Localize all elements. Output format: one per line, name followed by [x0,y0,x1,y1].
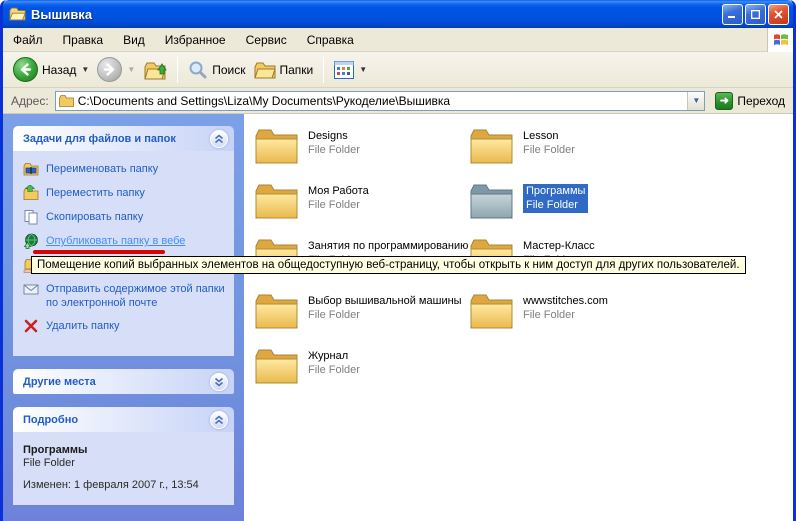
menu-edit[interactable]: Правка [53,33,114,47]
folder-icon [469,291,514,331]
folders-button[interactable]: Папки [250,58,318,82]
task-copy-folder[interactable]: Скопировать папку [23,209,228,225]
details-header[interactable]: Подробно [13,407,234,432]
views-icon [334,61,354,79]
views-button[interactable]: ▼ [330,59,371,81]
folders-icon [254,60,276,80]
details-folder-type: File Folder [23,457,224,469]
window-title: Вышивка [31,7,720,22]
menu-help[interactable]: Справка [297,33,364,47]
task-email-folder[interactable]: Отправить содержимое этой папки по элект… [23,281,228,310]
forward-icon [97,57,122,82]
task-publish-folder-web[interactable]: Опубликовать папку в вебе [23,233,228,249]
file-folder-tasks-header[interactable]: Задачи для файлов и папок [13,126,234,151]
back-dropdown-caret[interactable]: ▼ [81,65,89,74]
folder-icon [254,291,299,331]
go-button[interactable]: ➜ Переход [711,91,789,111]
folder-tile-programmy-selected[interactable]: ПрограммыFile Folder [469,181,684,236]
move-folder-icon [23,185,39,201]
address-label: Адрес: [11,94,49,108]
toolbar: Назад ▼ ▼ Поиск [3,52,793,88]
address-folder-icon [59,95,74,107]
folder-tile-zhurnal[interactable]: ЖурналFile Folder [254,346,469,401]
folder-tile-lesson[interactable]: LessonFile Folder [469,126,684,181]
back-button[interactable]: Назад ▼ [9,55,93,84]
close-button[interactable] [768,4,789,25]
task-move-folder[interactable]: Переместить папку [23,185,228,201]
task-rename-folder[interactable]: Переименовать папку [23,161,228,177]
folder-tile-designs[interactable]: DesignsFile Folder [254,126,469,181]
maximize-button[interactable] [745,4,766,25]
delete-folder-icon [23,318,39,334]
up-button[interactable] [139,56,171,84]
folder-tile-vybor-mashiny[interactable]: Выбор вышивальной машиныFile Folder [254,291,469,346]
details-modified-date: Изменен: 1 февраля 2007 г., 13:54 [23,479,224,491]
go-arrow-icon: ➜ [715,92,733,110]
up-folder-icon [143,58,167,82]
details-folder-name: Программы [23,444,224,456]
forward-dropdown-caret: ▼ [127,65,135,74]
copy-folder-icon [23,209,39,225]
forward-button[interactable]: ▼ [93,55,139,84]
collapse-chevron-icon[interactable] [210,411,228,429]
address-dropdown-button[interactable]: ▼ [687,92,704,110]
folder-tile-moya-rabota[interactable]: Моя РаботаFile Folder [254,181,469,236]
folder-icon [254,126,299,166]
address-bar: Адрес: C:\Documents and Settings\Liza\My… [3,88,793,114]
menu-view[interactable]: Вид [113,33,155,47]
minimize-button[interactable] [722,4,743,25]
task-pane-sidebar: Задачи для файлов и папок Переименовать … [3,114,244,521]
folder-view[interactable]: DesignsFile Folder LessonFile Folder Моя… [244,114,793,521]
other-places-header[interactable]: Другие места [13,369,234,394]
menu-favorites[interactable]: Избранное [155,33,236,47]
windows-logo [767,28,793,52]
folder-icon-selected [469,181,514,221]
address-input[interactable]: C:\Documents and Settings\Liza\My Docume… [55,91,706,111]
task-delete-folder[interactable]: Удалить папку [23,318,228,334]
folder-icon [254,346,299,386]
menu-bar: Файл Правка Вид Избранное Сервис Справка [3,28,793,52]
views-dropdown-caret[interactable]: ▼ [359,65,367,74]
collapse-chevron-icon[interactable] [210,130,228,148]
red-underline-annotation [33,250,165,254]
title-bar[interactable]: Вышивка [3,0,793,28]
toolbar-separator [177,57,178,83]
window-folder-icon [9,7,26,21]
toolbar-separator [323,57,324,83]
folder-icon [469,126,514,166]
menu-file[interactable]: Файл [3,33,53,47]
publish-task-tooltip: Помещение копий выбранных элементов на о… [31,256,746,274]
search-icon [188,60,208,80]
address-path: C:\Documents and Settings\Liza\My Docume… [78,94,688,108]
search-button[interactable]: Поиск [184,58,249,82]
menu-tools[interactable]: Сервис [236,33,297,47]
folder-icon [254,181,299,221]
rename-folder-icon [23,161,39,177]
email-icon [23,281,39,297]
publish-web-icon [23,233,39,249]
back-icon [13,57,38,82]
details-panel: Подробно Программы File Folder Изменен: … [13,407,234,505]
other-places-panel: Другие места [13,369,234,394]
file-folder-tasks-panel: Задачи для файлов и папок Переименовать … [13,126,234,356]
folder-tile-wwwstitches[interactable]: wwwstitches.comFile Folder [469,291,684,346]
expand-chevron-icon[interactable] [210,373,228,391]
